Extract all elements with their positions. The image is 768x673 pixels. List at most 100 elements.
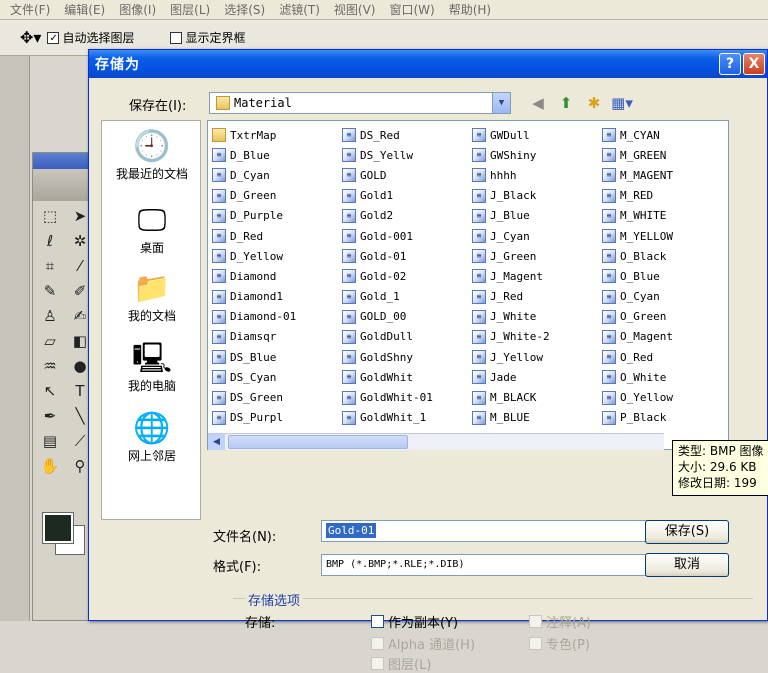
pen-tool-icon[interactable]: ✒	[39, 405, 61, 427]
menu-select[interactable]: 选择(S)	[224, 1, 265, 18]
file-item[interactable]: ≡ Gold1	[342, 186, 470, 206]
file-item[interactable]: ≡ M_YELLOW	[602, 226, 730, 246]
file-item[interactable]: ≡ DS_Red	[342, 125, 470, 145]
scrollbar-thumb[interactable]	[228, 435, 408, 449]
menu-layer[interactable]: 图层(L)	[170, 1, 210, 18]
file-item[interactable]: ≡ GoldShny	[342, 347, 470, 367]
file-item[interactable]: ≡ O_Yellow	[602, 387, 730, 407]
file-item[interactable]: ≡ O_White	[602, 367, 730, 387]
menu-edit[interactable]: 编辑(E)	[64, 1, 105, 18]
file-item[interactable]: ≡ Jade	[472, 367, 600, 387]
file-item[interactable]: ≡ J_Blue	[472, 206, 600, 226]
format-select[interactable]: BMP (*.BMP;*.RLE;*.DIB) ▼	[321, 554, 693, 576]
file-item[interactable]: ≡ D_Purple	[212, 206, 340, 226]
menu-help[interactable]: 帮助(H)	[449, 1, 491, 18]
stamp-tool-icon[interactable]: ♙	[39, 305, 61, 327]
file-item[interactable]: ≡ DS_Green	[212, 387, 340, 407]
file-item[interactable]: ≡ O_Black	[602, 246, 730, 266]
file-item[interactable]: ≡ Gold-01	[342, 246, 470, 266]
file-item[interactable]: ≡ O_Green	[602, 307, 730, 327]
file-item[interactable]: ≡ D_Blue	[212, 145, 340, 165]
save-in-dropdown[interactable]: Material ▼	[209, 92, 511, 114]
lasso-tool-icon[interactable]: ℓ	[39, 230, 61, 252]
file-item[interactable]: ≡ GOLD_00	[342, 307, 470, 327]
file-item[interactable]: ≡ DS_Blue	[212, 347, 340, 367]
file-item[interactable]: ≡ J_Yellow	[472, 347, 600, 367]
new-folder-icon[interactable]: ✱	[583, 92, 605, 114]
file-item[interactable]: ≡ D_Cyan	[212, 165, 340, 185]
scroll-left-arrow-icon[interactable]: ◀	[208, 434, 225, 450]
show-bounds-option[interactable]: 显示定界框	[170, 29, 245, 46]
file-item[interactable]: ≡ J_Black	[472, 186, 600, 206]
view-menu-icon[interactable]: ▦▾	[611, 92, 633, 114]
place-desktop[interactable]: 🖵 桌面	[102, 203, 202, 256]
menu-window[interactable]: 窗口(W)	[389, 1, 434, 18]
foreground-color-swatch[interactable]	[42, 512, 74, 544]
file-item[interactable]: ≡ J_White-2	[472, 327, 600, 347]
crop-tool-icon[interactable]: ⌗	[39, 255, 61, 277]
file-item[interactable]: ≡ DS_Purpl	[212, 408, 340, 428]
up-folder-icon[interactable]: ⬆	[555, 92, 577, 114]
horizontal-scrollbar[interactable]: ◀	[208, 433, 664, 450]
file-item[interactable]: ≡ Gold-02	[342, 266, 470, 286]
place-network[interactable]: 🌐 网上邻居	[102, 411, 202, 464]
file-item[interactable]: ≡ GoldWhit	[342, 367, 470, 387]
hand-tool-icon[interactable]: ✋	[39, 455, 61, 477]
help-button[interactable]: ?	[719, 53, 741, 75]
menu-filter[interactable]: 滤镜(T)	[279, 1, 320, 18]
file-item[interactable]: ≡ DS_Yellw	[342, 145, 470, 165]
as-copy-option[interactable]: 作为副本(Y)	[371, 612, 458, 631]
file-item[interactable]: ≡ GWDull	[472, 125, 600, 145]
file-item[interactable]: ≡ GoldWhit-01	[342, 387, 470, 407]
place-my-documents[interactable]: 📁 我的文档	[102, 271, 202, 324]
place-recent-documents[interactable]: 🕘 我最近的文档	[102, 129, 202, 182]
file-item[interactable]: ≡ Gold_1	[342, 287, 470, 307]
file-item[interactable]: ≡ J_Magent	[472, 266, 600, 286]
path-select-icon[interactable]: ↖	[39, 380, 61, 402]
move-tool-icon[interactable]: ✥▾	[20, 28, 41, 47]
file-item[interactable]: ≡ M_WHITE	[602, 206, 730, 226]
file-item[interactable]: ≡ M_BLUE	[472, 408, 600, 428]
dialog-titlebar[interactable]: 存储为 ? X	[89, 50, 767, 78]
file-item[interactable]: ≡ Diamond	[212, 266, 340, 286]
file-item[interactable]: ≡ J_Green	[472, 246, 600, 266]
blur-tool-icon[interactable]: ♒	[39, 355, 61, 377]
chevron-down-icon[interactable]: ▼	[492, 93, 510, 113]
file-item[interactable]: ≡ Gold2	[342, 206, 470, 226]
close-button[interactable]: X	[743, 53, 765, 75]
file-item[interactable]: ≡ M_BLACK	[472, 387, 600, 407]
file-item[interactable]: ≡ M_RED	[602, 186, 730, 206]
show-bounds-checkbox[interactable]	[170, 31, 183, 44]
menu-file[interactable]: 文件(F)	[10, 1, 50, 18]
menu-view[interactable]: 视图(V)	[334, 1, 376, 18]
file-item[interactable]: ≡ D_Yellow	[212, 246, 340, 266]
file-item[interactable]: ≡ Diamond-01	[212, 307, 340, 327]
file-item[interactable]: ≡ O_Blue	[602, 266, 730, 286]
healing-brush-icon[interactable]: ✎	[39, 280, 61, 302]
file-item[interactable]: ≡ P_Black	[602, 408, 730, 428]
as-copy-checkbox[interactable]	[371, 615, 384, 628]
save-button[interactable]: 保存(S)	[645, 520, 729, 544]
cancel-button[interactable]: 取消	[645, 553, 729, 577]
file-item[interactable]: ≡ D_Red	[212, 226, 340, 246]
file-item[interactable]: ≡ O_Cyan	[602, 287, 730, 307]
color-swatches[interactable]	[42, 512, 85, 555]
file-item[interactable]: ≡ D_Green	[212, 186, 340, 206]
file-item[interactable]: ≡ J_Cyan	[472, 226, 600, 246]
filename-input[interactable]: Gold-01 ▼	[321, 520, 693, 542]
notes-tool-icon[interactable]: ▤	[39, 430, 61, 452]
auto-select-checkbox[interactable]	[47, 31, 60, 44]
file-item[interactable]: ≡ O_Red	[602, 347, 730, 367]
file-item[interactable]: ≡ GWShiny	[472, 145, 600, 165]
file-item[interactable]: ≡ M_GREEN	[602, 145, 730, 165]
place-my-computer[interactable]: 🖳 我的电脑	[102, 341, 202, 394]
file-item[interactable]: ≡ M_MAGENT	[602, 165, 730, 185]
file-item[interactable]: ≡ M_CYAN	[602, 125, 730, 145]
file-item[interactable]: ≡ Gold-001	[342, 226, 470, 246]
file-item[interactable]: ≡ GOLD	[342, 165, 470, 185]
file-item[interactable]: ≡ J_Red	[472, 287, 600, 307]
menu-image[interactable]: 图像(I)	[119, 1, 156, 18]
file-item[interactable]: ≡ J_White	[472, 307, 600, 327]
file-item[interactable]: ≡ O_Magent	[602, 327, 730, 347]
back-icon[interactable]: ◀	[527, 92, 549, 114]
